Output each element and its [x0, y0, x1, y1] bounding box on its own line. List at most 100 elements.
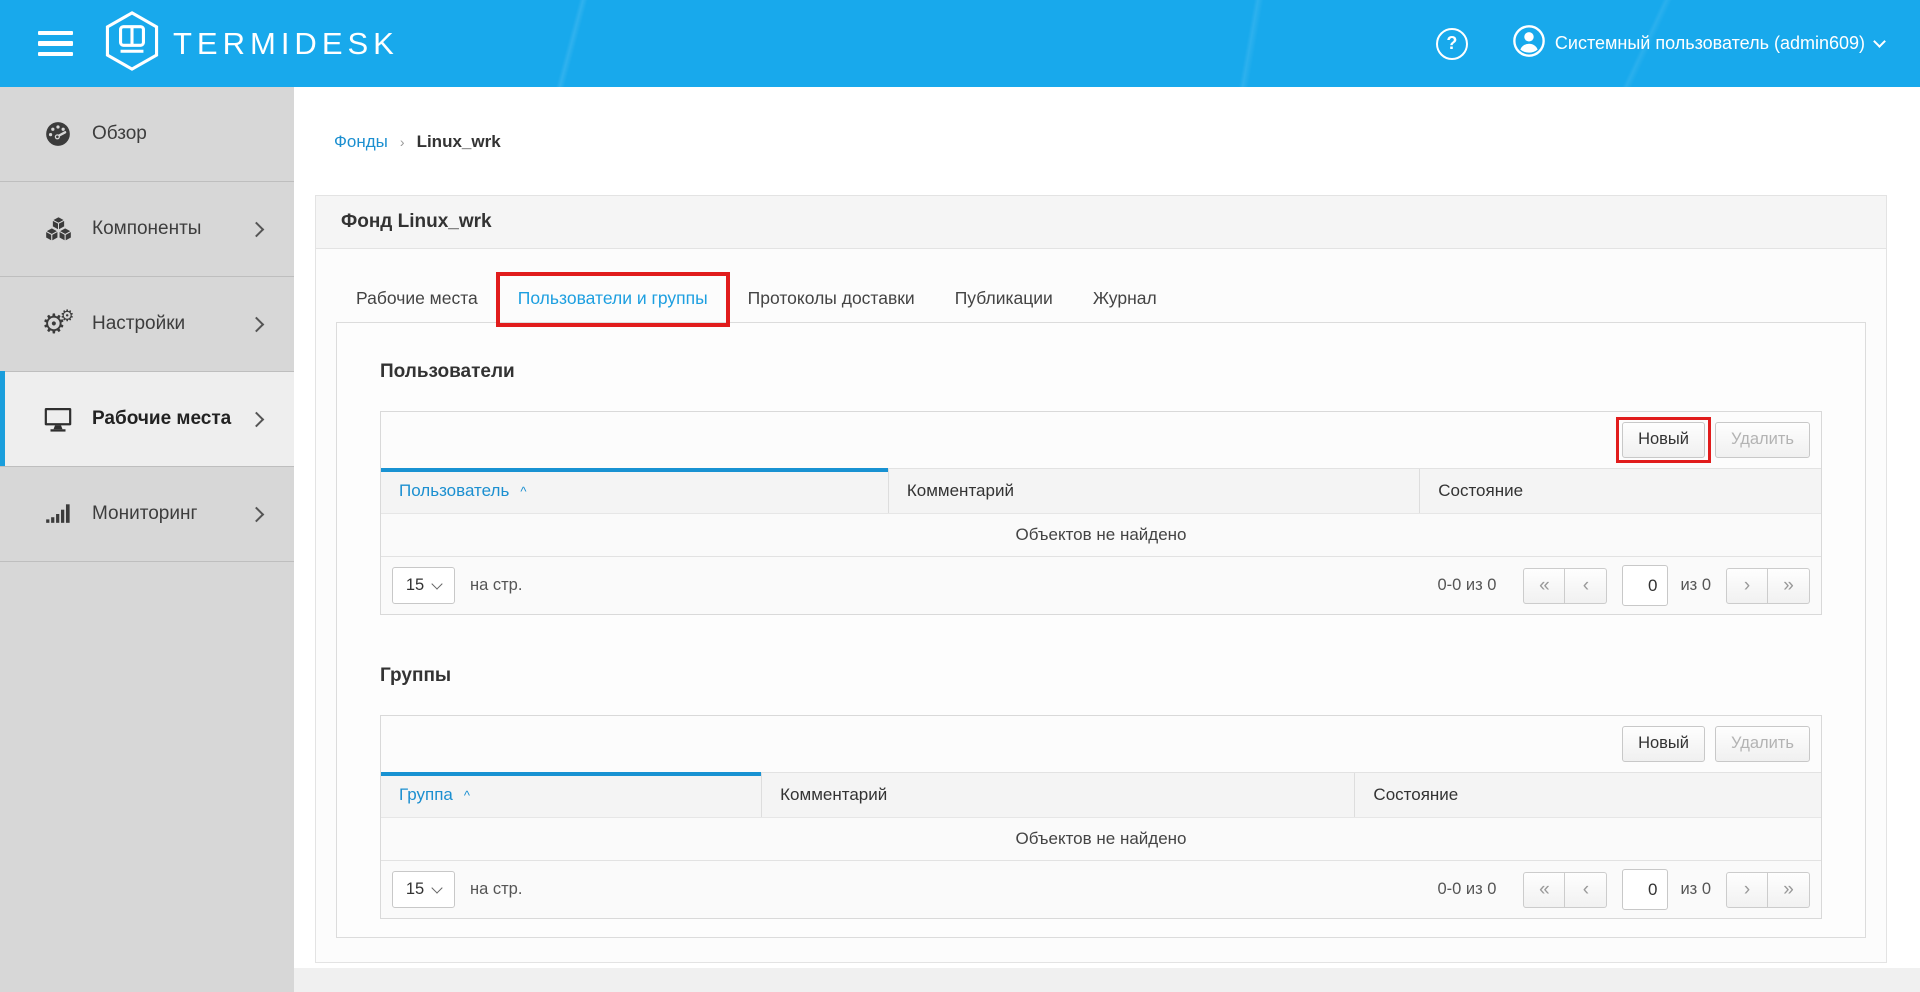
- hamburger-bar: [38, 31, 73, 36]
- main-content: Фонды › Linux_wrk Фонд Linux_wrk Рабочие…: [294, 87, 1920, 992]
- chart-bars-icon: [41, 500, 75, 528]
- column-header-state[interactable]: Состояние: [1419, 469, 1821, 513]
- sidebar-item-workplaces[interactable]: Рабочие места: [0, 372, 294, 467]
- chevron-down-icon: [432, 882, 443, 893]
- next-page-button[interactable]: ›: [1726, 568, 1768, 604]
- column-header-user[interactable]: Пользователь ^: [381, 469, 888, 513]
- chevron-down-icon: [432, 578, 443, 589]
- delete-user-button[interactable]: Удалить: [1715, 422, 1810, 458]
- prev-page-button[interactable]: ‹: [1565, 872, 1607, 908]
- next-page-button[interactable]: ›: [1726, 872, 1768, 908]
- sidebar-item-label: Рабочие места: [92, 408, 231, 430]
- pager-forward-group: › »: [1726, 872, 1810, 908]
- range-label: 0-0 из 0: [1437, 576, 1496, 595]
- user-avatar-icon: [1512, 24, 1555, 63]
- dashboard-icon: [41, 120, 75, 148]
- users-pagination: 15 на стр. 0-0 из 0 « ‹: [381, 556, 1821, 614]
- page-size-select[interactable]: 15: [392, 871, 455, 908]
- sort-asc-icon: ^: [464, 788, 470, 803]
- sidebar-item-settings[interactable]: ⚙⚙ Настройки: [0, 277, 294, 372]
- column-header-group[interactable]: Группа ^: [381, 773, 761, 817]
- card-body: Рабочие места Пользователи и группы Прот…: [316, 249, 1886, 938]
- breadcrumb-link-fonds[interactable]: Фонды: [334, 132, 388, 152]
- sidebar-item-label: Мониторинг: [92, 503, 197, 525]
- first-page-button[interactable]: «: [1523, 872, 1565, 908]
- page-number-input[interactable]: [1622, 565, 1668, 606]
- topbar-right: ? Системный пользователь (admin609): [1436, 24, 1884, 63]
- tab-publications[interactable]: Публикации: [935, 275, 1073, 322]
- sidebar-item-label: Компоненты: [92, 218, 201, 240]
- column-header-comment[interactable]: Комментарий: [888, 469, 1419, 513]
- tab-journal[interactable]: Журнал: [1073, 275, 1177, 322]
- pager-back-group: « ‹: [1523, 568, 1607, 604]
- page-size-value: 15: [406, 880, 424, 899]
- first-page-button[interactable]: «: [1523, 568, 1565, 604]
- new-user-button[interactable]: Новый: [1622, 422, 1705, 458]
- sidebar-item-overview[interactable]: Обзор: [0, 87, 294, 182]
- help-icon[interactable]: ?: [1436, 28, 1468, 60]
- page-size-select[interactable]: 15: [392, 567, 455, 604]
- section-heading-groups: Группы: [380, 665, 1822, 687]
- new-button-wrap: Новый: [1622, 422, 1705, 458]
- termidesk-app: TERMIDESK ? Системный пользователь (admi…: [0, 0, 1920, 992]
- section-heading-users: Пользователи: [380, 361, 1822, 383]
- chevron-right-icon: [249, 411, 265, 427]
- prev-page-button[interactable]: ‹: [1565, 568, 1607, 604]
- users-empty-message: Объектов не найдено: [381, 513, 1821, 556]
- tab-bar: Рабочие места Пользователи и группы Прот…: [336, 275, 1866, 322]
- hamburger-menu-icon[interactable]: [38, 25, 73, 63]
- pager-right: 0-0 из 0 « ‹ из 0 › »: [1437, 565, 1810, 606]
- tab-workplaces[interactable]: Рабочие места: [336, 275, 498, 322]
- card-title: Фонд Linux_wrk: [316, 196, 1886, 249]
- pager-right: 0-0 из 0 « ‹ из 0 › »: [1437, 869, 1810, 910]
- groups-table-header: Группа ^ Комментарий Состояние: [381, 773, 1821, 817]
- section-groups: Группы Новый Удалить Группа ^: [380, 665, 1822, 919]
- tab-delivery-protocols[interactable]: Протоколы доставки: [728, 275, 935, 322]
- groups-toolbar: Новый Удалить: [381, 716, 1821, 773]
- sidebar: Обзор Компоненты ⚙⚙ Настройки: [0, 87, 294, 992]
- chevron-right-icon: [249, 316, 265, 332]
- desktop-icon: [41, 404, 75, 434]
- groups-table: Новый Удалить Группа ^ Комментарий Состо…: [380, 715, 1822, 919]
- page-size-value: 15: [406, 576, 424, 595]
- tab-panel-users-and-groups: Пользователи Новый Удалить: [336, 322, 1866, 938]
- chevron-right-icon: [249, 506, 265, 522]
- cubes-icon: [41, 215, 75, 244]
- sort-asc-icon: ^: [520, 484, 526, 499]
- new-group-button[interactable]: Новый: [1622, 726, 1705, 762]
- brand-name: TERMIDESK: [173, 26, 399, 62]
- page-bottom-strip: [294, 968, 1920, 992]
- pager-forward-group: › »: [1726, 568, 1810, 604]
- brand-logo: TERMIDESK: [101, 10, 399, 77]
- tab-label: Пользователи и группы: [518, 288, 708, 308]
- column-label: Пользователь: [399, 481, 509, 501]
- users-table: Новый Удалить Пользователь ^ Ком: [380, 411, 1822, 615]
- last-page-button[interactable]: »: [1768, 872, 1810, 908]
- hamburger-bar: [38, 41, 73, 46]
- groups-empty-message: Объектов не найдено: [381, 817, 1821, 860]
- per-page-label: на стр.: [470, 576, 522, 595]
- hexagon-logo-icon: [101, 10, 163, 77]
- delete-group-button[interactable]: Удалить: [1715, 726, 1810, 762]
- gears-icon: ⚙⚙: [41, 311, 75, 338]
- pager-back-group: « ‹: [1523, 872, 1607, 908]
- sidebar-item-components[interactable]: Компоненты: [0, 182, 294, 277]
- page-number-input[interactable]: [1622, 869, 1668, 910]
- chevron-right-icon: [249, 221, 265, 237]
- column-header-state[interactable]: Состояние: [1354, 773, 1821, 817]
- tab-users-and-groups[interactable]: Пользователи и группы: [498, 275, 728, 322]
- chevron-down-icon: [1873, 35, 1886, 48]
- column-header-comment[interactable]: Комментарий: [761, 773, 1354, 817]
- of-pages-label: из 0: [1680, 576, 1711, 595]
- breadcrumb-current: Linux_wrk: [417, 132, 501, 152]
- sidebar-item-monitoring[interactable]: Мониторинг: [0, 467, 294, 562]
- per-page-label: на стр.: [470, 880, 522, 899]
- topbar: TERMIDESK ? Системный пользователь (admi…: [0, 0, 1920, 87]
- users-table-header: Пользователь ^ Комментарий Состояние: [381, 469, 1821, 513]
- user-menu[interactable]: Системный пользователь (admin609): [1512, 24, 1884, 63]
- user-name-label: Системный пользователь (admin609): [1555, 33, 1865, 54]
- last-page-button[interactable]: »: [1768, 568, 1810, 604]
- range-label: 0-0 из 0: [1437, 880, 1496, 899]
- sidebar-item-label: Обзор: [92, 123, 147, 145]
- breadcrumb: Фонды › Linux_wrk: [334, 132, 1920, 152]
